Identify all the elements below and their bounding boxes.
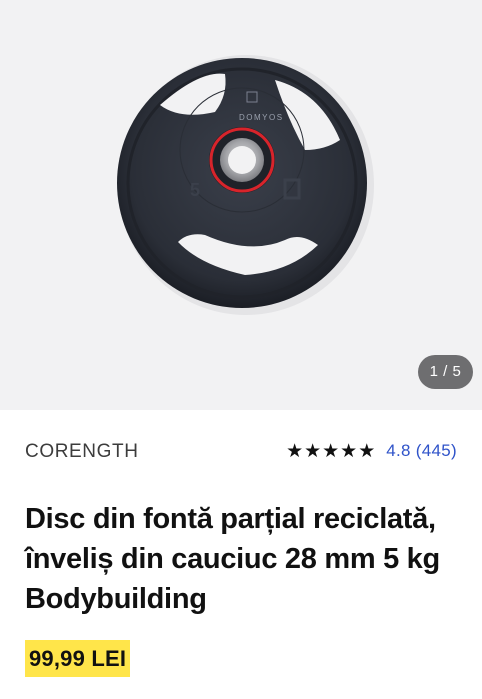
weight-plate-image: DOMYOS 5 (117, 55, 374, 315)
product-info: CORENGTH ★★★★★ 4.8 (445) Disc din fontă … (0, 410, 482, 677)
product-title: Disc din fontă parțial reciclată, înveli… (25, 503, 440, 615)
plate-logo-text: DOMYOS (239, 113, 284, 122)
product-image-gallery[interactable]: DOMYOS 5 1 / 5 (0, 0, 482, 410)
image-counter: 1 / 5 (418, 355, 473, 389)
star-rating-icon: ★★★★★ (286, 440, 377, 462)
rating[interactable]: ★★★★★ 4.8 (445) (286, 441, 457, 461)
plate-weight-mark: 5 (190, 180, 200, 200)
brand-rating-row: CORENGTH ★★★★★ 4.8 (445) (25, 410, 457, 490)
brand-name[interactable]: CORENGTH (25, 441, 139, 463)
price: 99,99 LEI (25, 640, 131, 677)
price-block: 99,99 LEI (25, 640, 457, 677)
rating-link[interactable]: 4.8 (445) (386, 441, 457, 461)
